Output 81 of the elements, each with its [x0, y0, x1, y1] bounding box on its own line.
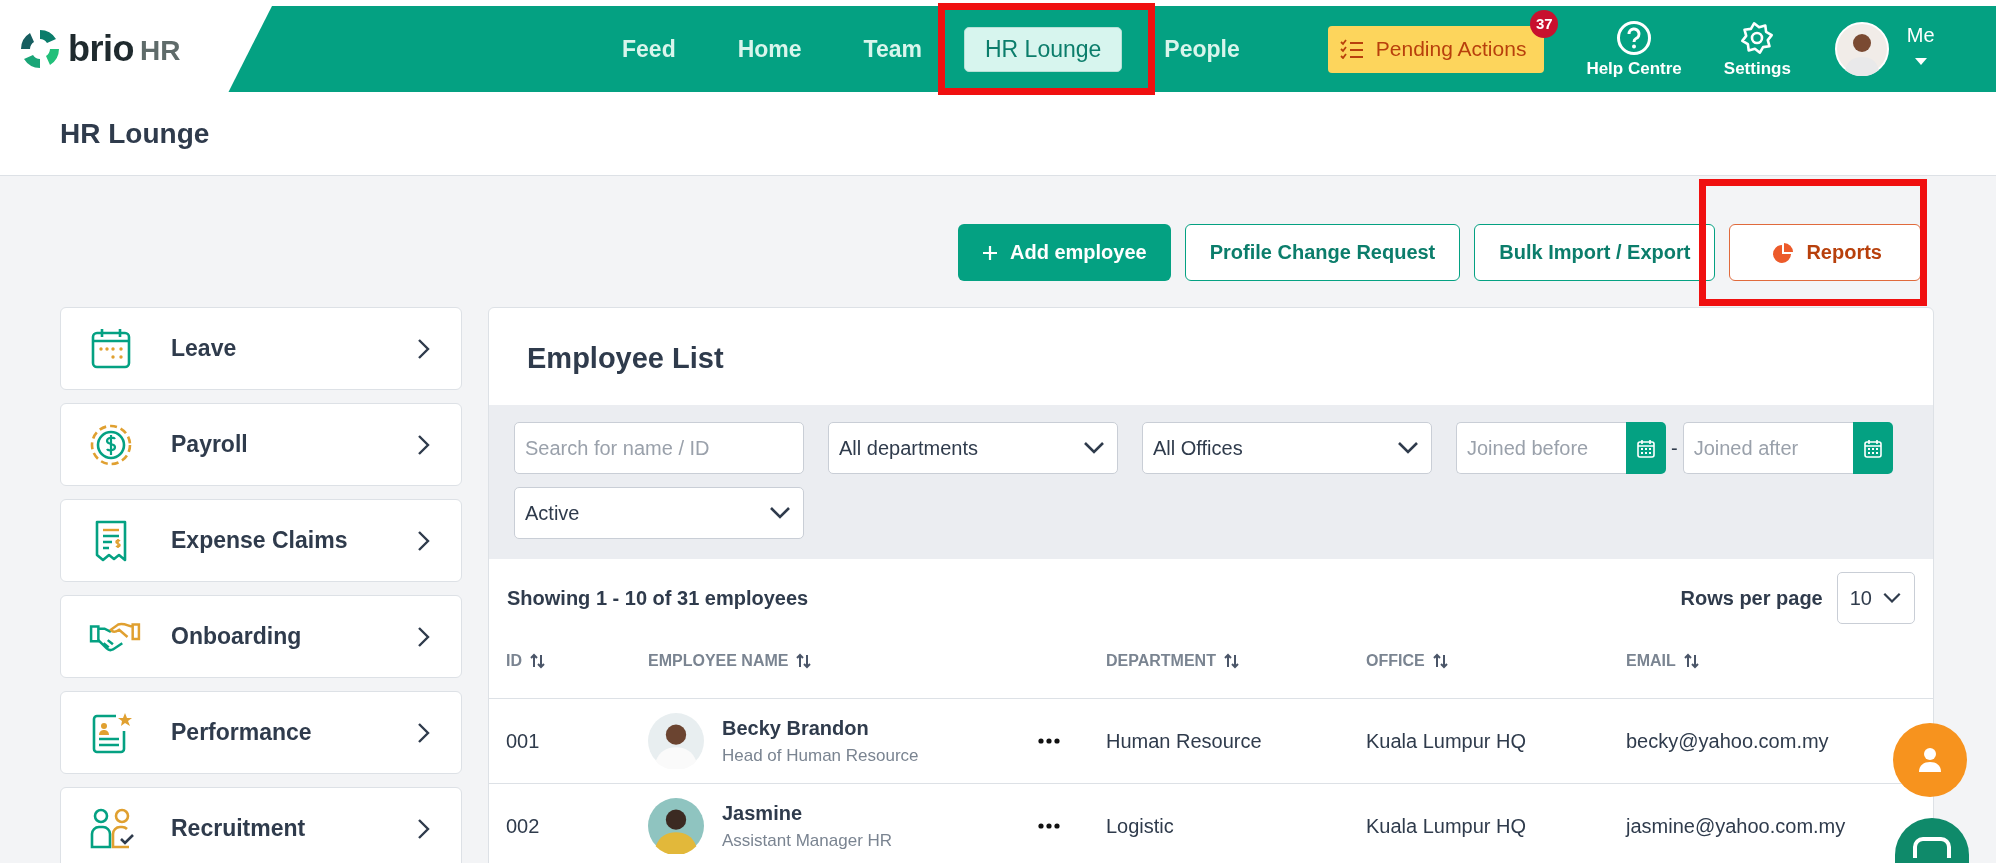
employee-name[interactable]: Jasmine — [722, 801, 893, 825]
date-field[interactable]: Joined before — [1456, 422, 1626, 474]
action-button[interactable]: Bulk Import / Export — [1474, 224, 1716, 281]
table-cell-text: jasmine@yahoo.com.my — [1626, 814, 1847, 838]
column-header[interactable]: EMAIL — [1626, 652, 1933, 670]
chevron-right-icon — [417, 625, 431, 648]
range-dash: - — [1671, 436, 1678, 460]
job-title: Head of Human Resource — [722, 745, 919, 766]
column-header[interactable]: DEPARTMENT — [1106, 652, 1366, 670]
rows-per-page-dropdown[interactable]: 10 — [1836, 572, 1915, 624]
search-field[interactable]: Search for name / ID — [514, 422, 804, 474]
column-header[interactable]: EMPLOYEE NAME — [648, 652, 1038, 670]
sidebar-item[interactable]: Onboarding — [60, 595, 462, 678]
table-cell-text: 002 — [506, 814, 541, 838]
sort-icon — [1432, 653, 1448, 669]
chat-icon — [1912, 836, 1952, 858]
chevron-down-icon — [1083, 441, 1105, 455]
column-header[interactable]: ID — [506, 652, 648, 670]
employee-avatar — [648, 713, 704, 769]
sidebar-item[interactable]: Performance — [60, 691, 462, 774]
settings-icon — [1739, 19, 1776, 56]
employee-avatar — [648, 798, 704, 854]
calendar-icon — [1863, 438, 1882, 458]
table-cell-text: becky@yahoo.com.my — [1626, 729, 1830, 753]
table-cell-text: Kuala Lumpur HQ — [1366, 814, 1528, 838]
nav-link[interactable]: People — [1144, 27, 1260, 71]
sidebar-item[interactable]: Payroll — [60, 403, 462, 486]
action-button[interactable]: Profile Change Request — [1184, 224, 1461, 281]
ellipsis-icon — [1038, 738, 1060, 744]
action-button[interactable]: Add employee — [958, 224, 1171, 281]
dropdown[interactable]: All departments — [828, 422, 1118, 474]
job-title: Assistant Manager HR — [722, 830, 893, 851]
result-summary: Showing 1 - 10 of 31 employees — [507, 586, 809, 610]
chevron-right-icon — [417, 337, 431, 360]
sort-icon — [530, 653, 545, 669]
sort-icon — [1223, 653, 1239, 669]
user-menu[interactable]: Me — [1834, 22, 1935, 76]
nav-tab[interactable]: HR Lounge — [964, 26, 1123, 72]
swirl-icon — [18, 27, 62, 71]
table-cell-text: Human Resource — [1106, 729, 1263, 753]
rows-per-page-label: Rows per page — [1680, 586, 1823, 610]
dropdown[interactable]: Active — [514, 487, 804, 539]
chevron-right-icon — [417, 817, 431, 840]
page-title: HR Lounge — [60, 117, 210, 150]
sidebar-item[interactable]: Recruitment — [60, 787, 462, 863]
sort-icon — [1683, 653, 1699, 669]
plus-icon — [982, 244, 998, 261]
date-field[interactable]: Joined after — [1682, 422, 1853, 474]
table-cell-text: Kuala Lumpur HQ — [1366, 729, 1528, 753]
chevron-right-icon — [417, 721, 431, 744]
chevron-down-icon — [1397, 441, 1419, 455]
checklist-icon — [1339, 39, 1364, 59]
count-badge: 37 — [1530, 9, 1559, 38]
help-centre-link[interactable]: Help Centre — [1586, 19, 1682, 79]
dropdown[interactable]: All Offices — [1142, 422, 1432, 474]
action-button[interactable]: Reports — [1729, 224, 1921, 281]
chevron-right-icon — [417, 433, 431, 456]
sidebar-item[interactable]: Expense Claims — [60, 499, 462, 582]
nav-link[interactable]: Feed — [602, 27, 696, 71]
column-header[interactable]: OFFICE — [1366, 652, 1626, 670]
calendar-icon — [1637, 438, 1655, 458]
caret-icon — [1913, 57, 1928, 66]
chevron-right-icon — [417, 529, 431, 552]
chat-fab-button[interactable] — [1895, 818, 1969, 863]
sidebar-item[interactable]: Leave — [60, 307, 462, 390]
calendar-button[interactable] — [1852, 422, 1893, 474]
chevron-down-icon — [769, 506, 791, 520]
card-title: Employee List — [526, 341, 725, 376]
pie-chart-icon — [1772, 241, 1795, 264]
nav-link[interactable]: Home — [717, 27, 822, 71]
calendar-button[interactable] — [1626, 422, 1666, 474]
employee-name[interactable]: Becky Brandon — [722, 716, 919, 740]
ellipsis-icon — [1038, 823, 1060, 829]
settings-link[interactable]: Settings — [1723, 19, 1791, 79]
sort-icon — [796, 653, 812, 669]
table-cell-text: 001 — [506, 729, 541, 753]
nav-link[interactable]: Team — [843, 27, 942, 71]
table-cell-text: Logistic — [1106, 814, 1175, 838]
help-icon — [1616, 19, 1653, 56]
chevron-down-icon — [1882, 592, 1902, 604]
user-avatar — [1834, 22, 1889, 76]
